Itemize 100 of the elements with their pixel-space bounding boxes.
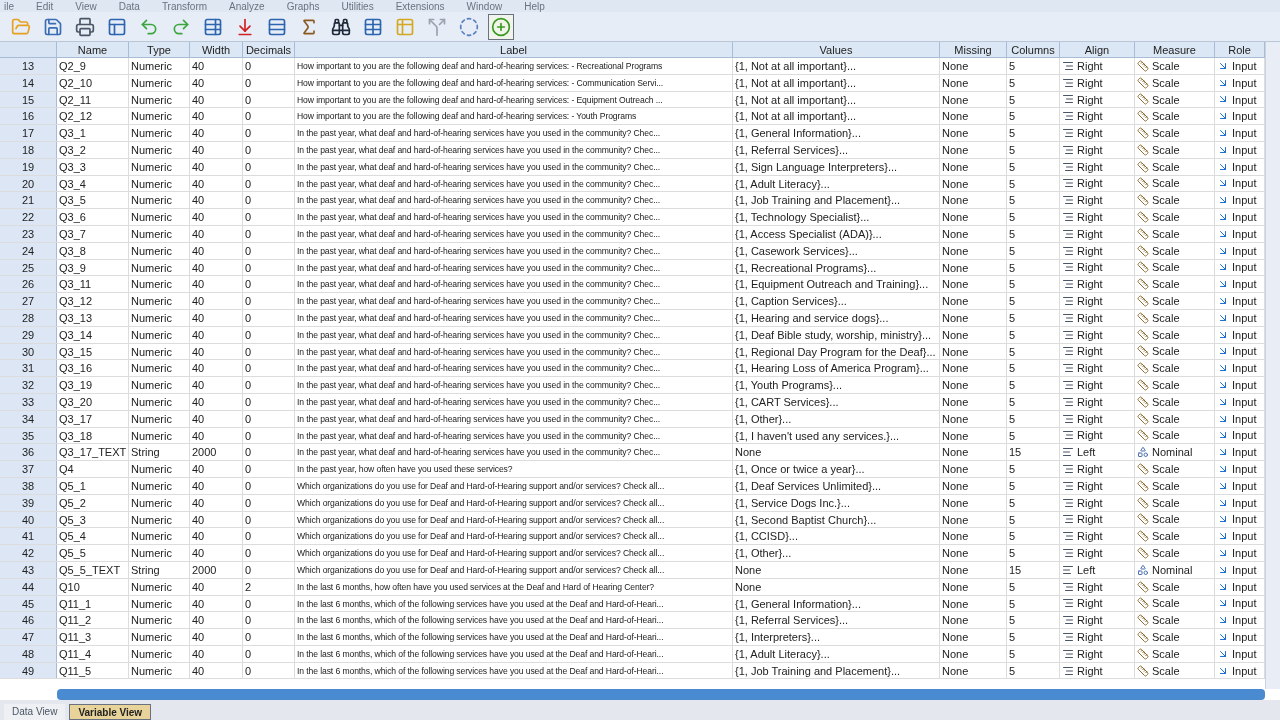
menu-item[interactable]: Help [524, 1, 545, 12]
table-cell: Numeric [129, 578, 190, 595]
table-cell: 0 [243, 74, 295, 91]
table-cell: Right [1060, 276, 1135, 293]
table-cell: 5 [1007, 108, 1060, 125]
table-cell: Numeric [129, 360, 190, 377]
table-cell: 5 [1007, 125, 1060, 141]
row-number[interactable]: 17 [0, 125, 57, 141]
table-cell: Q3_9 [57, 259, 129, 276]
column-header[interactable]: Type [129, 42, 190, 57]
column-header[interactable]: Measure [1135, 42, 1215, 57]
table-cell: {1, General Information}... [733, 125, 940, 141]
column-header[interactable]: Missing [940, 42, 1007, 57]
table-cell: Scale [1135, 662, 1215, 679]
menu-item[interactable]: Utilities [341, 1, 374, 12]
ruler-icon [1137, 227, 1149, 240]
table-cell: {1, Not at all important}... [733, 58, 940, 74]
table-cell: Nominal [1135, 561, 1215, 578]
column-header[interactable]: Decimals [243, 42, 295, 57]
view-tab[interactable]: Variable View [69, 704, 152, 720]
menu-item[interactable]: Transform [161, 1, 208, 12]
row-number[interactable]: 41 [0, 528, 57, 545]
table-cell: Right [1060, 410, 1135, 427]
table-cell: In the past year, what deaf and hard-of-hearing services have you used in the community? Chec... [295, 158, 733, 175]
row-number[interactable]: 42 [0, 545, 57, 561]
align-right-icon [1062, 110, 1074, 123]
column-header[interactable]: Columns [1007, 42, 1060, 57]
align-right-icon [1062, 463, 1074, 475]
align-right-icon [1062, 362, 1074, 375]
row-number[interactable]: 36 [0, 444, 57, 461]
table-cell: 40 [190, 175, 243, 192]
table-cell: Q11_2 [57, 612, 129, 629]
menu-item[interactable]: Graphs [286, 1, 320, 12]
table-cell: Scale [1135, 528, 1215, 545]
table-cell: 0 [243, 410, 295, 427]
ruler-icon [1137, 278, 1149, 291]
menu-item[interactable]: Extensions [395, 1, 445, 12]
table-cell: None [940, 326, 1007, 343]
table-cell: Q3_17_TEXT [57, 444, 129, 461]
table-cell: How important to you are the following deaf and hard-of-hearing services: - Youth Programs [295, 108, 733, 125]
ruler-icon [1137, 379, 1149, 392]
table-cell: Scale [1135, 242, 1215, 259]
row-number[interactable]: 31 [0, 360, 57, 377]
align-right-icon [1062, 345, 1074, 358]
column-header[interactable]: Role [1215, 42, 1265, 57]
table-cell: 0 [243, 259, 295, 276]
row-number[interactable]: 27 [0, 293, 57, 309]
align-right-icon [1062, 496, 1074, 509]
row-number[interactable]: 37 [0, 461, 57, 477]
column-header[interactable]: Width [190, 42, 243, 57]
table-cell: Numeric [129, 309, 190, 326]
table-cell: Left [1060, 561, 1135, 578]
table-cell: Right [1060, 645, 1135, 662]
table-cell: None [940, 427, 1007, 444]
column-header[interactable]: Label [295, 42, 733, 57]
table-cell: 0 [243, 360, 295, 377]
table-cell: Numeric [129, 595, 190, 612]
menu-item[interactable]: Edit [36, 1, 54, 12]
table-cell: {1, Interpreters}... [733, 629, 940, 645]
table-cell: 40 [190, 528, 243, 545]
column-header[interactable]: Align [1060, 42, 1135, 57]
table-cell: In the past year, what deaf and hard-of-hearing services have you used in the community? Chec... [295, 142, 733, 158]
ruler-icon [1137, 429, 1149, 442]
table-cell: In the last 6 months, which of the following services have you used at the Deaf and Hard-of-Heari... [295, 662, 733, 679]
menu-item[interactable]: Analyze [229, 1, 265, 12]
menu-item[interactable]: View [75, 1, 97, 12]
table-cell: 0 [243, 309, 295, 326]
view-tab[interactable]: Data View [4, 704, 66, 720]
horizontal-scrollbar[interactable] [57, 689, 1265, 700]
table-cell: Numeric [129, 377, 190, 393]
align-right-icon [1062, 177, 1074, 190]
table-cell: 0 [243, 427, 295, 444]
ruler-icon [1137, 261, 1149, 274]
row-number[interactable]: 32 [0, 377, 57, 393]
table-cell: None [940, 477, 1007, 494]
menu-item[interactable]: ile [4, 1, 14, 12]
table-cell: 40 [190, 326, 243, 343]
row-number[interactable]: 26 [0, 276, 57, 293]
row-number[interactable]: 46 [0, 612, 57, 629]
table-cell: 0 [243, 242, 295, 259]
arrow-icon [1217, 547, 1229, 559]
column-header[interactable]: Values [733, 42, 940, 57]
table-cell: In the last 6 months, which of the following services have you used at the Deaf and Hard-of-Heari... [295, 595, 733, 612]
row-number[interactable]: 16 [0, 108, 57, 125]
table-cell: 40 [190, 343, 243, 360]
table-cell: Scale [1135, 309, 1215, 326]
row-number[interactable]: 21 [0, 192, 57, 209]
row-number[interactable]: 47 [0, 629, 57, 645]
table-cell: 5 [1007, 511, 1060, 528]
row-number[interactable]: 13 [0, 58, 57, 74]
row-number[interactable]: 22 [0, 209, 57, 225]
table-cell: {1, Referral Services}... [733, 612, 940, 629]
vertical-scrollbar[interactable] [1265, 42, 1280, 689]
column-header[interactable]: Name [57, 42, 129, 57]
menu-item[interactable]: Data [118, 1, 140, 12]
table-cell: None [940, 410, 1007, 427]
plus-button[interactable] [488, 13, 514, 40]
menu-item[interactable]: Window [466, 1, 503, 12]
align-right-icon [1062, 211, 1074, 224]
table-cell: None [940, 158, 1007, 175]
